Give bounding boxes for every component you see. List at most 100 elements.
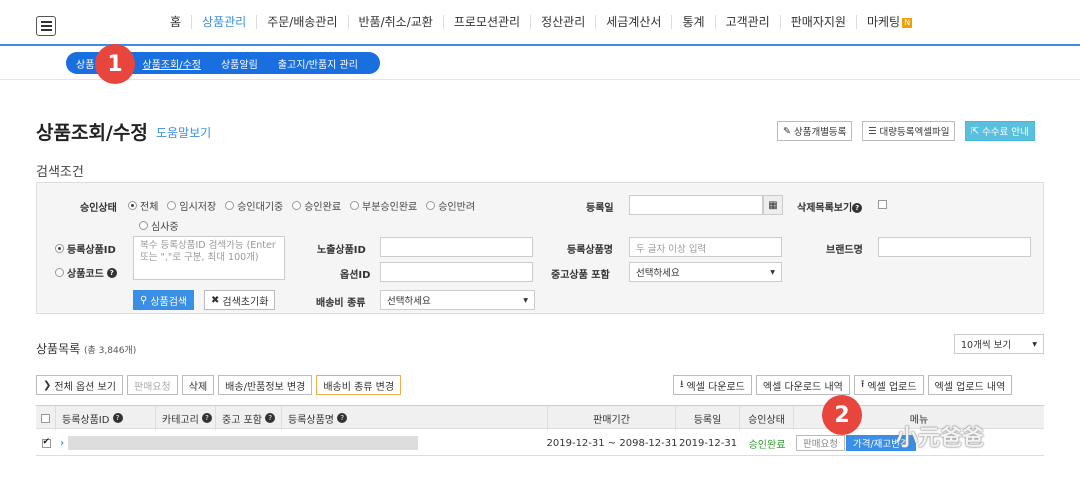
radio-approval-temp[interactable]: 임시저장 xyxy=(167,198,216,213)
external-link-icon: ⇱ xyxy=(971,125,979,137)
used-product-select-value: 선택하세요 xyxy=(636,268,680,279)
watermark: 小元爸爸 xyxy=(896,426,985,451)
product-register-button[interactable]: ✎ 상품개별등록 xyxy=(777,121,853,141)
column-header-category: 카테고리 ? xyxy=(156,406,216,430)
menu-item-settlement[interactable]: 정산관리 xyxy=(530,15,595,29)
delete-button[interactable]: 삭제 xyxy=(181,375,215,395)
shipping-fee-type-value: 선택하세요 xyxy=(387,296,431,307)
menu-item-order-shipping[interactable]: 주문/배송관리 xyxy=(256,15,347,29)
row-status: 승인완료 xyxy=(748,439,786,451)
approval-status-radios: 전체 임시저장 승인대기중 승인완료 부분승인완료 승인반려 xyxy=(128,198,475,213)
radio-product-code-label: 상품코드 xyxy=(67,269,104,280)
question-icon: ? xyxy=(202,413,212,423)
menu-item-promotion[interactable]: 프로모션관리 xyxy=(442,15,530,29)
radio-approval-partial[interactable]: 부분승인완료 xyxy=(350,198,417,213)
brand-name-label: 브랜드명 xyxy=(826,245,863,256)
radio-approval-pending[interactable]: 승인대기중 xyxy=(225,198,283,213)
used-product-label: 중고상품 포함 xyxy=(551,270,610,281)
column-header-product-id-text: 등록상품ID xyxy=(62,414,110,426)
menu-item-seller-support[interactable]: 판매자지원 xyxy=(779,15,856,29)
radio-approval-pending-label: 승인대기중 xyxy=(237,202,284,213)
search-reset-label: 검색초기화 xyxy=(222,296,269,308)
column-header-period: 판매기간 xyxy=(548,406,676,430)
excel-upload-history-button[interactable]: 엑셀 업로드 내역 xyxy=(927,375,1013,395)
product-list-title: 상품목록 (총 3,846개) xyxy=(36,340,136,357)
shipping-fee-type-select[interactable]: 선택하세요 ▾ xyxy=(380,290,535,310)
regdate-input[interactable] xyxy=(629,195,763,215)
subnav-item-product-search-edit[interactable]: 상품조회/수정 xyxy=(142,56,201,71)
menu-item-customer[interactable]: 고객관리 xyxy=(714,15,780,29)
help-link[interactable]: 도움말보기 xyxy=(156,124,211,141)
select-all-checkbox[interactable] xyxy=(41,413,50,423)
regdate-label: 등록일 xyxy=(586,203,614,214)
question-icon: ? xyxy=(265,413,276,423)
menu-item-tax-invoice[interactable]: 세금계산서 xyxy=(595,15,671,29)
subnav-item-shipping-address[interactable]: 출고지/반품지 관리 xyxy=(278,56,358,71)
view-all-options-button[interactable]: ❯ 전체 옵션 보기 xyxy=(36,375,123,395)
hamburger-menu-icon[interactable] xyxy=(36,16,56,36)
calendar-icon[interactable]: ▦ xyxy=(763,195,783,215)
row-checkbox[interactable] xyxy=(41,437,51,448)
radio-product-id[interactable]: 등록상품ID xyxy=(55,241,116,256)
radio-product-id-label: 등록상품ID xyxy=(67,245,116,256)
deleted-list-checkbox[interactable] xyxy=(878,200,887,209)
product-name-label: 등록상품명 xyxy=(567,245,613,256)
excel-download-button[interactable]: ⭳ 엑셀 다운로드 xyxy=(673,375,752,395)
product-search-button[interactable]: ⚲ 상품검색 xyxy=(133,290,195,310)
menu-item-home[interactable]: 홈 xyxy=(160,15,191,29)
row-sale-request-button[interactable]: 판매요청 xyxy=(796,435,845,451)
radio-approval-rejected[interactable]: 승인반려 xyxy=(426,198,475,213)
sale-request-button[interactable]: 판매요청 xyxy=(126,375,178,395)
exposure-id-label: 노출상품ID xyxy=(317,245,366,256)
per-page-value: 10개씩 보기 xyxy=(961,340,1012,351)
fee-guide-button[interactable]: ⇱ 수수료 안내 xyxy=(965,121,1035,141)
excel-upload-label: 엑셀 업로드 xyxy=(867,381,917,393)
menu-item-product-management[interactable]: 상품관리 xyxy=(191,15,256,29)
column-header-used-text: 중고 포함 xyxy=(222,414,262,426)
column-header-product-name: 등록상품명 ? xyxy=(282,406,548,430)
excel-download-history-button[interactable]: 엑셀 다운로드 내역 xyxy=(755,375,850,395)
column-header-regdate: 등록일 xyxy=(676,406,740,430)
product-id-textarea[interactable]: 복수 등록상품ID 검색가능 (Enter 또는 ","로 구분, 최대 100… xyxy=(133,236,285,280)
radio-approval-review[interactable]: 심사중 xyxy=(139,218,179,233)
column-header-product-name-text: 등록상품명 xyxy=(288,414,334,426)
page-title: 상품조회/수정 xyxy=(36,122,148,144)
column-header-status: 승인상태 xyxy=(740,406,794,430)
column-header-used: 중고 포함 ? xyxy=(216,406,282,430)
question-icon: ? xyxy=(852,203,863,213)
menu-item-statistics[interactable]: 통계 xyxy=(671,15,714,29)
shipping-fee-change-button[interactable]: 배송비 종류 변경 xyxy=(316,375,402,395)
search-section-label: 검색조건 xyxy=(36,165,84,180)
search-reset-button[interactable]: ✖ 검색초기화 xyxy=(204,290,276,310)
table-header: 등록상품ID ? 카테고리 ? 중고 포함 ? 등록상품명 ? 판매기간 등록일… xyxy=(36,405,1044,430)
excel-download-label: 엑셀 다운로드 xyxy=(686,381,745,393)
product-search-label: 상품검색 xyxy=(150,296,188,308)
annotation-marker-1: 1 xyxy=(95,44,135,84)
exposure-id-input[interactable] xyxy=(380,237,533,257)
menu-item-returns[interactable]: 반품/취소/교환 xyxy=(347,15,443,29)
shipping-return-change-button[interactable]: 배송/반품정보 변경 xyxy=(218,375,313,395)
subnav-item-product[interactable]: 상품 xyxy=(76,56,94,71)
caret-down-icon: ▾ xyxy=(770,266,775,278)
excel-upload-button[interactable]: ⭱ 엑셀 업로드 xyxy=(853,375,924,395)
radio-product-code[interactable]: 상품코드? xyxy=(55,265,117,280)
per-page-select[interactable]: 10개씩 보기 ▾ xyxy=(954,334,1044,354)
list-icon: ☰ xyxy=(868,125,877,137)
option-id-input[interactable] xyxy=(380,262,533,282)
row-expand-icon[interactable]: › xyxy=(60,430,64,456)
bulk-register-button[interactable]: ☰ 대량등록엑셀파일 xyxy=(862,121,956,141)
column-header-category-text: 카테고리 xyxy=(162,414,199,426)
radio-approval-all[interactable]: 전체 xyxy=(128,198,158,213)
product-name-input[interactable]: 두 글자 이상 입력 xyxy=(629,237,782,257)
new-badge: N xyxy=(902,17,913,28)
brand-name-input[interactable] xyxy=(878,237,1031,257)
fee-guide-label: 수수료 안내 xyxy=(981,127,1029,138)
used-product-select[interactable]: 선택하세요 ▾ xyxy=(629,262,782,282)
menu-item-marketing[interactable]: 마케팅 N xyxy=(855,15,922,29)
subnav-item-product-alerts[interactable]: 상품알림 xyxy=(221,56,258,71)
row-period: 2019-12-31 ~ 2098-12-31 xyxy=(546,437,678,449)
radio-approval-done[interactable]: 승인완료 xyxy=(292,198,341,213)
chevron-right-icon: ❯ xyxy=(43,379,52,391)
list-actions-left: ❯ 전체 옵션 보기 판매요청 삭제 배송/반품정보 변경 배송비 종류 변경 xyxy=(36,375,402,395)
row-select-cell xyxy=(36,430,56,456)
